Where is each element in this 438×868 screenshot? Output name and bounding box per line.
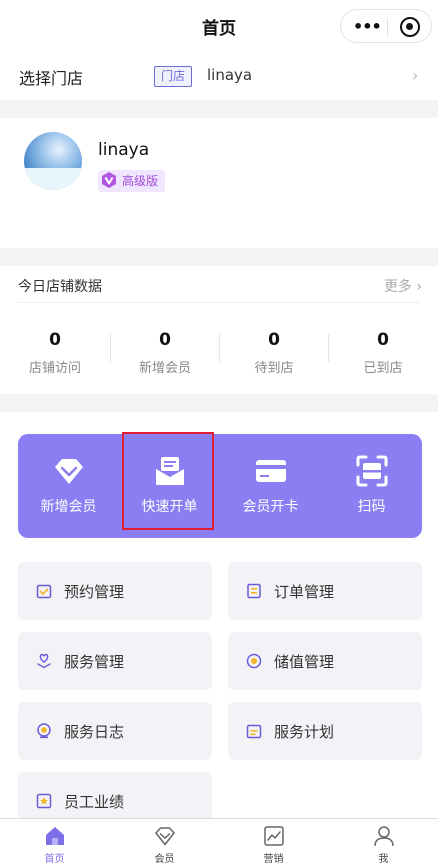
menu-service-management[interactable]: 服务管理 — [18, 632, 212, 690]
menu-label: 储值管理 — [274, 653, 335, 671]
home-icon — [46, 827, 64, 845]
menu-label: 员工业绩 — [64, 793, 125, 811]
menu-order-management[interactable]: 订单管理 — [228, 562, 422, 620]
function-panel: 新增会员 快速开单 会员开卡 扫码 预约管理 订单管理 服务管理 储值管理 服务… — [0, 412, 438, 830]
quick-add-member-button[interactable]: 新增会员 — [18, 434, 119, 538]
menu-appointment-management[interactable]: 预约管理 — [18, 562, 212, 620]
stat-value: 0 — [159, 330, 171, 350]
stat-item-arrived[interactable]: 0 已到店 — [328, 330, 438, 376]
performance-icon — [36, 793, 52, 809]
stats-title: 今日店铺数据 — [18, 279, 102, 295]
version-badge-label: 高级版 — [122, 174, 159, 188]
stats-more-link[interactable]: 更多 › — [384, 276, 422, 296]
log-coin-icon — [37, 723, 51, 739]
stat-item-visits[interactable]: 0 店铺访问 — [0, 330, 110, 376]
store-selector[interactable]: 选择门店 门店 linaya › — [0, 52, 438, 100]
tab-marketing[interactable]: 营销 — [219, 819, 328, 868]
menu-label: 服务管理 — [64, 653, 125, 671]
menu-service-log[interactable]: 服务日志 — [18, 702, 212, 760]
store-name: linaya — [207, 66, 253, 84]
quick-action-label: 扫码 — [357, 499, 386, 515]
tab-label: 营销 — [263, 854, 284, 865]
stat-label: 已到店 — [363, 361, 403, 376]
menu-stored-value-management[interactable]: 储值管理 — [228, 632, 422, 690]
store-selector-label: 选择门店 — [19, 69, 84, 88]
stat-value: 0 — [268, 330, 280, 350]
v-badge-icon — [102, 172, 116, 188]
version-badge: 高级版 — [98, 170, 166, 192]
target-circle-icon[interactable] — [400, 17, 420, 37]
heart-hand-icon — [37, 653, 51, 669]
profile-name: linaya — [98, 140, 150, 160]
card-icon — [256, 460, 286, 482]
quick-action-label: 会员开卡 — [242, 499, 299, 515]
tab-label: 我 — [378, 854, 389, 865]
divider — [18, 302, 420, 303]
quick-scan-button[interactable]: 扫码 — [321, 434, 422, 538]
bottom-tab-bar: 首页 会员 营销 我 — [0, 818, 438, 868]
plan-calendar-icon — [246, 724, 262, 739]
top-navbar: 首页 ••• — [0, 0, 438, 52]
highlight-box — [122, 432, 214, 530]
menu-label: 服务日志 — [64, 723, 125, 741]
user-icon — [374, 826, 394, 847]
avatar[interactable] — [24, 132, 82, 190]
tab-label: 会员 — [154, 854, 175, 865]
store-tag: 门店 — [154, 66, 193, 87]
stat-item-new-members[interactable]: 0 新增会员 — [110, 330, 220, 376]
stat-label: 新增会员 — [138, 361, 191, 376]
quick-open-card-button[interactable]: 会员开卡 — [220, 434, 321, 538]
calendar-check-icon — [36, 584, 52, 599]
member-diamond-icon — [155, 827, 175, 846]
stat-value: 0 — [377, 330, 389, 350]
stat-label: 店铺访问 — [28, 361, 81, 376]
tab-members[interactable]: 会员 — [110, 819, 219, 868]
order-list-icon — [247, 583, 261, 599]
today-stats: 今日店铺数据 更多 › 0 店铺访问 0 新增会员 0 待到店 0 已到店 — [0, 266, 438, 394]
more-dots-icon[interactable]: ••• — [353, 17, 382, 36]
stat-label: 待到店 — [254, 361, 294, 376]
quick-action-label: 新增会员 — [40, 499, 97, 515]
diamond-icon — [55, 459, 83, 484]
tab-label: 首页 — [44, 854, 65, 865]
menu-label: 服务计划 — [274, 723, 335, 741]
marketing-chart-icon — [264, 826, 284, 846]
tab-me[interactable]: 我 — [329, 819, 438, 868]
menu-service-plan[interactable]: 服务计划 — [228, 702, 422, 760]
stat-item-pending-arrival[interactable]: 0 待到店 — [219, 330, 329, 376]
menu-label: 订单管理 — [274, 583, 335, 601]
stat-value: 0 — [49, 330, 61, 350]
scan-icon — [356, 455, 388, 487]
chevron-right-icon: › — [412, 66, 419, 85]
menu-label: 预约管理 — [64, 583, 125, 601]
capsule-divider — [387, 18, 388, 36]
mini-program-capsule[interactable]: ••• — [340, 9, 432, 43]
tab-home[interactable]: 首页 — [0, 819, 109, 868]
coin-icon — [246, 653, 262, 669]
quick-actions-bar: 新增会员 快速开单 会员开卡 扫码 — [18, 432, 422, 538]
profile-card: linaya 高级版 — [0, 118, 438, 248]
